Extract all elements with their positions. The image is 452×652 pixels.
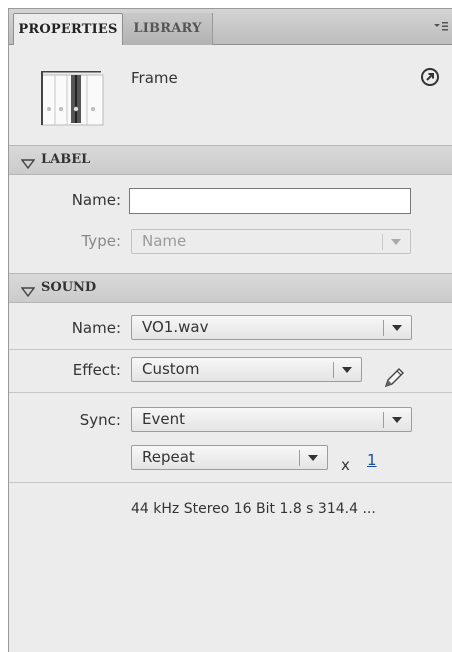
dropdown-separator [333,362,334,378]
sound-info-text: 44 kHz Stereo 16 Bit 1.8 s 314.4 ... [131,501,376,517]
chevron-down-icon [392,417,402,423]
dropdown-separator [383,320,384,336]
section-title: SOUND [41,280,97,295]
collapse-triangle-icon[interactable] [20,283,36,298]
sound-name-label: Name: [71,319,121,337]
sound-section-header[interactable]: SOUND [9,273,452,303]
pencil-icon[interactable] [381,365,407,391]
repeat-dropdown[interactable]: Repeat [131,445,328,470]
dropdown-separator [383,412,384,428]
tab-library[interactable]: LIBRARY [123,13,213,45]
sound-name-value: VO1.wav [142,318,209,336]
chevron-down-icon [342,367,352,373]
tab-bar: PROPERTIES LIBRARY [9,9,452,45]
chevron-down-icon [308,455,318,461]
effect-dropdown[interactable]: Custom [131,357,362,382]
label-name-input[interactable] [129,188,411,214]
tab-properties[interactable]: PROPERTIES [13,13,123,45]
label-type-label: Type: [81,232,121,250]
frame-timeline-icon [40,69,105,129]
effect-value: Custom [142,360,200,378]
panel-menu-icon[interactable] [433,19,449,33]
frame-title: Frame [131,69,178,87]
properties-panel: PROPERTIES LIBRARY Frame LABEL Name: Typ… [8,8,452,652]
divider [9,349,452,350]
divider [9,392,452,393]
label-type-value: Name [142,232,187,250]
arrow-circle-icon[interactable] [420,67,440,87]
repeat-value: Repeat [142,448,195,466]
sync-label: Sync: [79,411,121,429]
label-section-header[interactable]: LABEL [9,145,452,175]
divider [9,482,452,483]
dropdown-separator [382,234,383,250]
collapse-triangle-icon[interactable] [20,155,36,170]
label-name-label: Name: [71,191,121,209]
sync-dropdown[interactable]: Event [131,407,412,432]
section-title: LABEL [41,152,91,167]
sound-name-dropdown[interactable]: VO1.wav [131,315,412,340]
chevron-down-icon [392,325,402,331]
chevron-down-icon [391,239,401,245]
effect-label: Effect: [72,361,121,379]
label-type-dropdown[interactable]: Name [131,229,411,254]
sync-value: Event [142,410,185,428]
repeat-count-link[interactable]: 1 [367,451,377,469]
times-symbol: x [341,456,350,474]
dropdown-separator [299,450,300,466]
